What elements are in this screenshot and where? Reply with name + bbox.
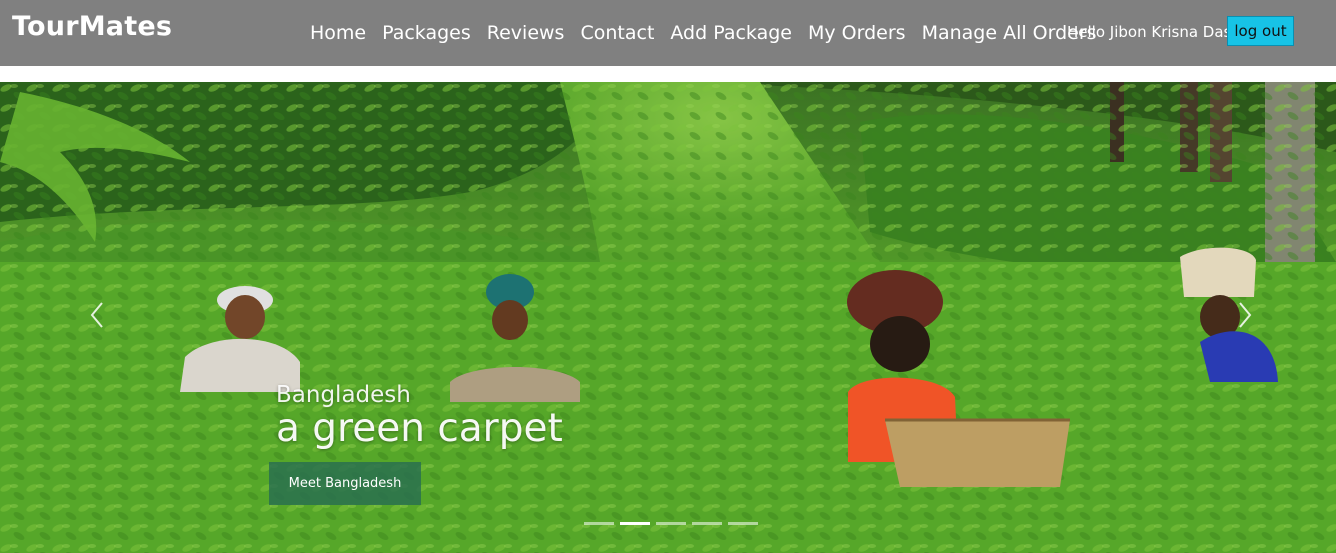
hero-image (0, 82, 1336, 553)
carousel-next-arrow[interactable] (1236, 300, 1254, 330)
carousel-indicator[interactable] (692, 522, 722, 525)
carousel-indicator[interactable] (728, 522, 758, 525)
hero-title: a green carpet (276, 406, 563, 451)
nav-link-add-package[interactable]: Add Package (670, 19, 792, 47)
nav-links: Home Packages Reviews Contact Add Packag… (310, 19, 1097, 47)
brand-logo[interactable]: TourMates (12, 11, 172, 42)
nav-link-home[interactable]: Home (310, 19, 366, 47)
logout-button[interactable]: log out (1227, 16, 1294, 46)
meet-bangladesh-button[interactable]: Meet Bangladesh (269, 462, 421, 505)
nav-link-contact[interactable]: Contact (580, 19, 654, 47)
carousel-indicator[interactable] (656, 522, 686, 525)
user-greeting: Hello Jibon Krisna Das (1067, 23, 1232, 41)
carousel-prev-arrow[interactable] (88, 300, 106, 330)
carousel-indicators (584, 522, 758, 525)
carousel-indicator[interactable] (584, 522, 614, 525)
navbar: TourMates Home Packages Reviews Contact … (0, 0, 1336, 66)
nav-link-my-orders[interactable]: My Orders (808, 19, 906, 47)
carousel-indicator[interactable] (620, 522, 650, 525)
nav-link-reviews[interactable]: Reviews (487, 19, 565, 47)
hero-carousel: Bangladesh a green carpet Meet Banglades… (0, 82, 1336, 553)
nav-link-packages[interactable]: Packages (382, 19, 471, 47)
